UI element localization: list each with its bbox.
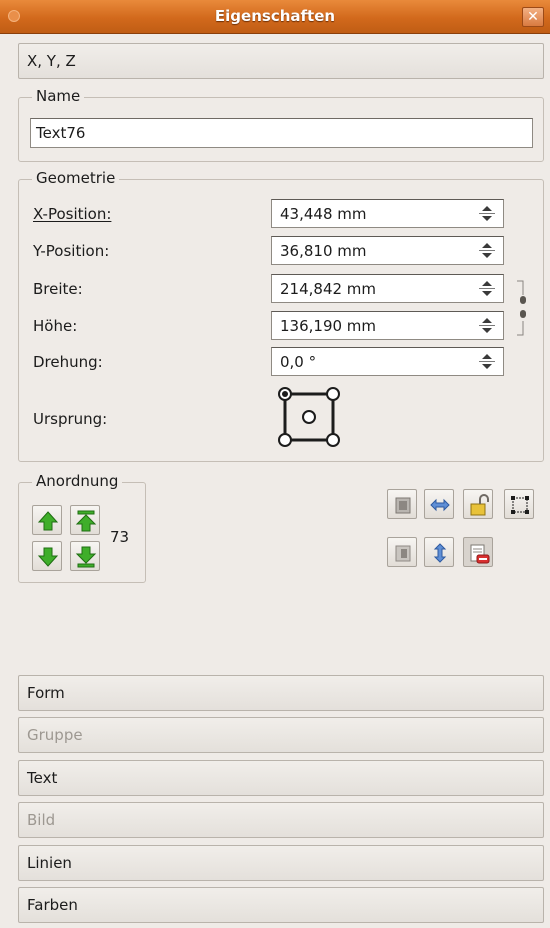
x-position-label-text: X-Position: [33, 205, 112, 223]
no-print-icon [470, 544, 490, 564]
no-print-button[interactable] [463, 537, 493, 567]
spin-arrows-icon[interactable] [477, 241, 497, 260]
lower-button[interactable] [32, 541, 62, 571]
y-position-spinbox[interactable]: 36,810 mm [271, 236, 504, 265]
flip-horizontal-button[interactable] [387, 489, 417, 519]
flip-horizontal-alt-button[interactable] [387, 537, 417, 567]
section-linien[interactable]: Linien [18, 845, 544, 881]
origin-label: Ursprung: [33, 410, 108, 428]
close-button[interactable]: ✕ [522, 7, 544, 27]
section-text-label: Text [27, 769, 58, 787]
rotation-spinbox[interactable]: 0,0 ° [271, 347, 504, 376]
width-spinbox[interactable]: 214,842 mm [271, 274, 504, 303]
arrangement-group-label: Anordnung [32, 472, 123, 490]
flip-vertical-button[interactable] [424, 489, 454, 519]
section-bild[interactable]: Bild [18, 802, 544, 838]
section-xyz-label: X, Y, Z [27, 52, 76, 70]
section-gruppe-label: Gruppe [27, 726, 83, 744]
width-label-text: Breite: [33, 280, 83, 298]
height-label: Höhe: [33, 317, 77, 335]
raise-button[interactable] [32, 505, 62, 535]
spin-arrows-icon[interactable] [477, 316, 497, 335]
x-position-label: X-Position: [33, 205, 111, 223]
raise-to-top-button[interactable] [70, 505, 100, 535]
chain-link-icon[interactable] [511, 277, 531, 339]
size-lock-icon [511, 496, 529, 514]
lock-icon [470, 494, 489, 516]
spin-arrows-icon[interactable] [477, 352, 497, 371]
section-linien-label: Linien [27, 854, 72, 872]
section-xyz[interactable]: X, Y, Z [18, 43, 544, 79]
flip-vertical-alt-button[interactable] [424, 537, 454, 567]
y-position-label: Y-Position: [33, 242, 109, 260]
section-farben-label: Farben [27, 896, 78, 914]
flip-vertical-icon [430, 498, 450, 512]
lock-button[interactable] [463, 489, 493, 519]
lower-to-bottom-button[interactable] [70, 541, 100, 571]
spin-arrows-icon[interactable] [477, 204, 497, 223]
section-form-label: Form [27, 684, 65, 702]
rotation-label: Drehung: [33, 353, 103, 371]
width-value: 214,842 mm [280, 280, 377, 298]
title-bar: Eigenschaften ✕ [0, 0, 550, 34]
section-form[interactable]: Form [18, 675, 544, 711]
window-title: Eigenschaften [214, 7, 336, 25]
x-position-value: 43,448 mm [280, 205, 367, 223]
size-lock-button[interactable] [504, 489, 534, 519]
flip-horizontal-icon [395, 545, 411, 562]
height-spinbox[interactable]: 136,190 mm [271, 311, 504, 340]
section-gruppe[interactable]: Gruppe [18, 717, 544, 753]
arrow-to-bottom-icon [75, 546, 97, 568]
y-position-label-text: Y-Position: [33, 242, 110, 260]
origin-selector[interactable] [271, 384, 341, 448]
arrangement-level: 73 [110, 528, 130, 546]
section-farben[interactable]: Farben [18, 887, 544, 923]
section-text[interactable]: Text [18, 760, 544, 796]
flip-horizontal-icon [395, 497, 411, 514]
name-input[interactable]: Text76 [30, 118, 533, 148]
name-group-label: Name [32, 87, 85, 105]
height-label-text: Höhe: [33, 317, 78, 335]
rotation-value: 0,0 ° [280, 353, 317, 371]
spin-arrows-icon[interactable] [477, 279, 497, 298]
rotation-label-text: Drehung: [33, 353, 103, 371]
section-bild-label: Bild [27, 811, 56, 829]
arrow-down-icon [37, 547, 59, 567]
x-position-spinbox[interactable]: 43,448 mm [271, 199, 504, 228]
width-label: Breite: [33, 280, 83, 298]
arrow-up-icon [37, 511, 59, 531]
geometry-group-label: Geometrie [32, 169, 120, 187]
height-value: 136,190 mm [280, 317, 377, 335]
arrow-to-top-icon [75, 510, 97, 532]
flip-vertical-icon [433, 543, 447, 563]
y-position-value: 36,810 mm [280, 242, 367, 260]
